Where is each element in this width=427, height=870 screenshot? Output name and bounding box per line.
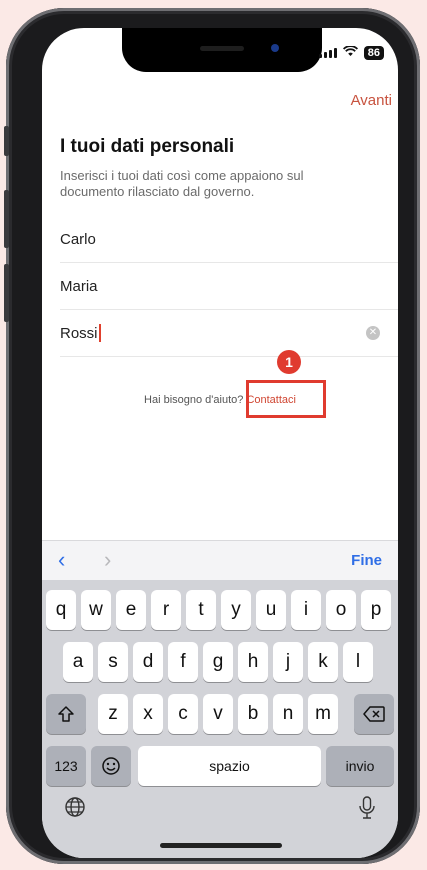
key-u[interactable]: u — [256, 590, 286, 630]
keyboard: q w e r t y u i o p a s d f g h j k l z … — [42, 580, 398, 858]
key-k[interactable]: k — [308, 642, 338, 682]
volume-down-button — [4, 264, 9, 322]
clear-icon[interactable]: ✕ — [366, 326, 380, 340]
volume-up-button — [4, 190, 9, 248]
key-a[interactable]: a — [63, 642, 93, 682]
phone-frame: 86 Avanti I tuoi dati personali Inserisc… — [4, 8, 420, 864]
notch — [122, 28, 322, 72]
annotation-highlight-box — [246, 380, 326, 418]
text-cursor — [98, 324, 101, 342]
status-bar: 86 — [318, 45, 384, 60]
key-h[interactable]: h — [238, 642, 268, 682]
key-t[interactable]: t — [186, 590, 216, 630]
key-c[interactable]: c — [168, 694, 198, 734]
key-q[interactable]: q — [46, 590, 76, 630]
key-y[interactable]: y — [221, 590, 251, 630]
shift-icon[interactable] — [46, 694, 86, 734]
emoji-icon[interactable] — [91, 746, 131, 786]
middle-name-field[interactable]: Maria — [60, 263, 398, 310]
key-z[interactable]: z — [98, 694, 128, 734]
wifi-icon — [342, 45, 358, 60]
key-m[interactable]: m — [308, 694, 338, 734]
last-name-value: Rossi — [60, 324, 98, 342]
page-title: I tuoi dati personali — [60, 136, 235, 157]
key-f[interactable]: f — [168, 642, 198, 682]
annotation-badge: 1 — [277, 350, 301, 374]
key-n[interactable]: n — [273, 694, 303, 734]
key-l[interactable]: l — [343, 642, 373, 682]
last-name-field[interactable]: Rossi ✕ — [60, 310, 398, 357]
globe-icon[interactable] — [64, 796, 86, 824]
key-i[interactable]: i — [291, 590, 321, 630]
previous-field-chevron-icon[interactable]: ‹ — [58, 547, 65, 573]
front-camera — [271, 44, 279, 52]
key-r[interactable]: r — [151, 590, 181, 630]
next-button[interactable]: Avanti — [345, 90, 398, 111]
keyboard-accessory-bar: ‹ › Fine — [42, 540, 398, 581]
screen: 86 Avanti I tuoi dati personali Inserisc… — [42, 28, 398, 858]
key-w[interactable]: w — [81, 590, 111, 630]
speaker — [200, 46, 244, 51]
key-o[interactable]: o — [326, 590, 356, 630]
key-g[interactable]: g — [203, 642, 233, 682]
key-j[interactable]: j — [273, 642, 303, 682]
key-v[interactable]: v — [203, 694, 233, 734]
home-indicator — [160, 843, 282, 848]
numbers-key[interactable]: 123 — [46, 746, 86, 786]
key-p[interactable]: p — [361, 590, 391, 630]
first-name-value: Carlo — [60, 230, 96, 248]
key-b[interactable]: b — [238, 694, 268, 734]
mute-switch — [4, 126, 9, 156]
key-s[interactable]: s — [98, 642, 128, 682]
key-x[interactable]: x — [133, 694, 163, 734]
page-subtitle: Inserisci i tuoi dati così come appaiono… — [60, 168, 304, 199]
return-key[interactable]: invio — [326, 746, 394, 786]
key-d[interactable]: d — [133, 642, 163, 682]
done-button[interactable]: Fine — [351, 552, 382, 569]
backspace-icon[interactable] — [354, 694, 394, 734]
first-name-field[interactable]: Carlo — [60, 216, 398, 263]
microphone-icon[interactable] — [358, 796, 376, 826]
battery-icon: 86 — [363, 46, 384, 60]
next-field-chevron-icon[interactable]: › — [104, 547, 111, 573]
help-text: Hai bisogno d'aiuto? — [144, 394, 247, 406]
space-key[interactable]: spazio — [138, 746, 321, 786]
help-line: Hai bisogno d'aiuto? Contattaci — [42, 394, 398, 406]
signal-icon — [318, 48, 337, 58]
key-e[interactable]: e — [116, 590, 146, 630]
middle-name-value: Maria — [60, 277, 98, 295]
